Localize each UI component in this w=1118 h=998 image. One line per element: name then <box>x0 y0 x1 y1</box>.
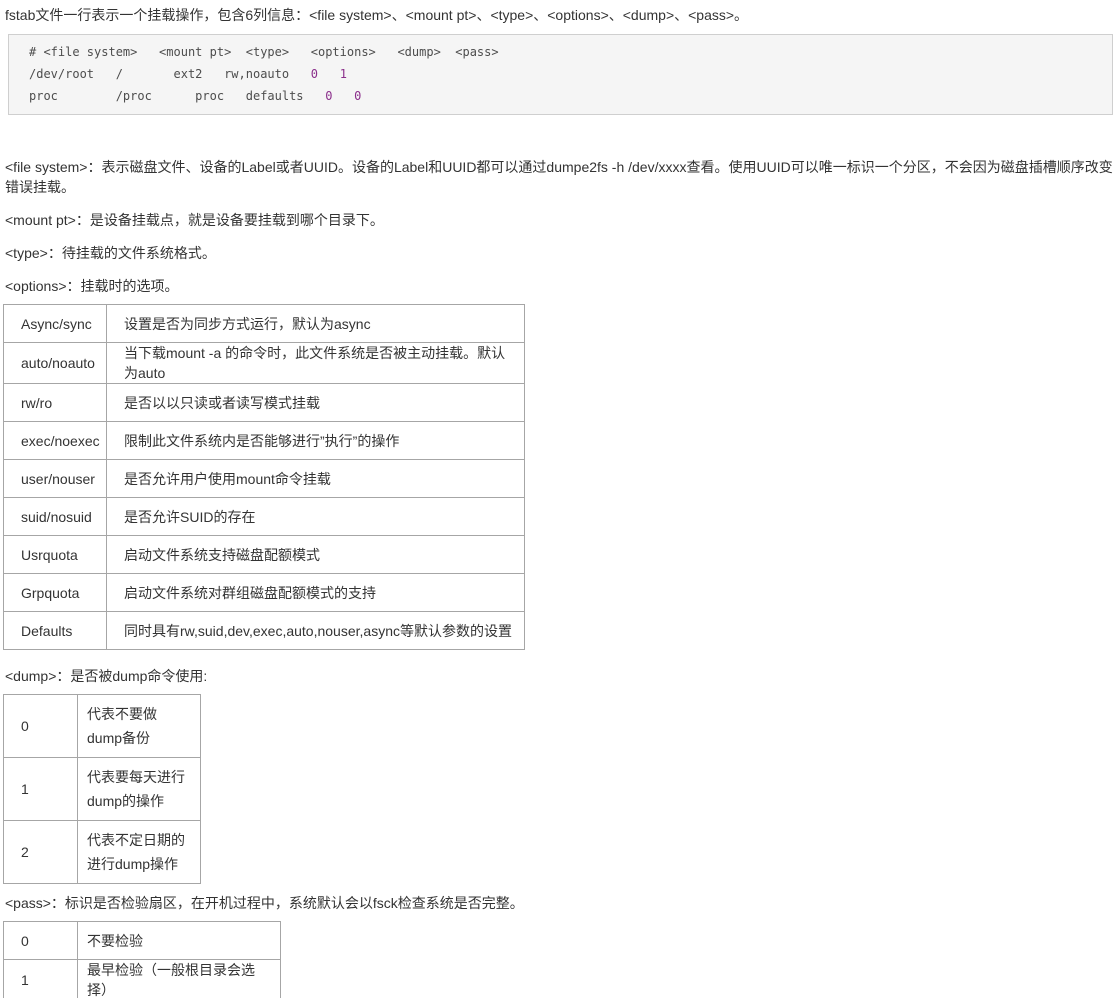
option-description-cell: 是否允许SUID的存在 <box>107 498 525 536</box>
table-row: 1 最早检验（一般根目录会选择） <box>4 960 281 998</box>
option-description-cell: 启动文件系统支持磁盘配额模式 <box>107 536 525 574</box>
table-row: auto/noauto 当下载mount -a 的命令时，此文件系统是否被主动挂… <box>4 343 525 384</box>
option-name-cell: Defaults <box>4 612 107 650</box>
table-row: 0 代表不要做dump备份 <box>4 695 201 758</box>
option-description-cell: 启动文件系统对群组磁盘配额模式的支持 <box>107 574 525 612</box>
table-row: Grpquota 启动文件系统对群组磁盘配额模式的支持 <box>4 574 525 612</box>
table-row: 1 代表要每天进行dump的操作 <box>4 758 201 821</box>
table-row: rw/ro 是否以以只读或者读写模式挂载 <box>4 384 525 422</box>
value-description-cell: 不要检验 <box>78 922 281 960</box>
options-description: <options>：挂载时的选项。 <box>5 276 1118 296</box>
option-name-cell: Usrquota <box>4 536 107 574</box>
table-row: 0 不要检验 <box>4 922 281 960</box>
pass-description: <pass>：标识是否检验扇区，在开机过程中，系统默认会以fsck检查系统是否完… <box>5 893 1118 913</box>
option-name-cell: suid/nosuid <box>4 498 107 536</box>
fstab-code-block: # <file system> <mount pt> <type> <optio… <box>8 34 1113 115</box>
option-name-cell: exec/noexec <box>4 422 107 460</box>
table-row: user/nouser 是否允许用户使用mount命令挂载 <box>4 460 525 498</box>
option-name-cell: auto/noauto <box>4 343 107 384</box>
option-description-cell: 当下载mount -a 的命令时，此文件系统是否被主动挂载。默认为auto <box>107 343 525 384</box>
pass-table: 0 不要检验 1 最早检验（一般根目录会选择） 2 1级别检验完成之后进行检验 <box>3 921 281 998</box>
value-cell: 1 <box>4 960 78 998</box>
option-name-cell: rw/ro <box>4 384 107 422</box>
table-row: Async/sync 设置是否为同步方式运行，默认为async <box>4 305 525 343</box>
value-description-cell: 最早检验（一般根目录会选择） <box>78 960 281 998</box>
dump-description: <dump>：是否被dump命令使用: <box>5 666 1118 686</box>
table-row: exec/noexec 限制此文件系统内是否能够进行”执行”的操作 <box>4 422 525 460</box>
option-description-cell: 同时具有rw,suid,dev,exec,auto,nouser,async等默… <box>107 612 525 650</box>
value-cell: 1 <box>4 758 78 821</box>
option-description-cell: 是否以以只读或者读写模式挂载 <box>107 384 525 422</box>
value-cell: 0 <box>4 695 78 758</box>
option-name-cell: Async/sync <box>4 305 107 343</box>
table-row: Defaults 同时具有rw,suid,dev,exec,auto,nouse… <box>4 612 525 650</box>
value-description-cell: 代表不要做dump备份 <box>78 695 201 758</box>
value-cell: 0 <box>4 922 78 960</box>
value-description-cell: 代表不定日期的进行dump操作 <box>78 821 201 884</box>
table-row: Usrquota 启动文件系统支持磁盘配额模式 <box>4 536 525 574</box>
options-table: Async/sync 设置是否为同步方式运行，默认为async auto/noa… <box>3 304 525 650</box>
dump-table: 0 代表不要做dump备份 1 代表要每天进行dump的操作 2 代表不定日期的… <box>3 694 201 884</box>
value-description-cell: 代表要每天进行dump的操作 <box>78 758 201 821</box>
intro-text: fstab文件一行表示一个挂载操作，包含6列信息：<file system>、<… <box>5 5 1118 25</box>
table-row: suid/nosuid 是否允许SUID的存在 <box>4 498 525 536</box>
option-description-cell: 限制此文件系统内是否能够进行”执行”的操作 <box>107 422 525 460</box>
option-description-cell: 是否允许用户使用mount命令挂载 <box>107 460 525 498</box>
option-name-cell: user/nouser <box>4 460 107 498</box>
type-description: <type>：待挂载的文件系统格式。 <box>5 243 1118 263</box>
table-row: 2 代表不定日期的进行dump操作 <box>4 821 201 884</box>
mount-pt-description: <mount pt>：是设备挂载点，就是设备要挂载到哪个目录下。 <box>5 210 1118 230</box>
option-name-cell: Grpquota <box>4 574 107 612</box>
option-description-cell: 设置是否为同步方式运行，默认为async <box>107 305 525 343</box>
document-page: fstab文件一行表示一个挂载操作，包含6列信息：<file system>、<… <box>0 5 1118 998</box>
file-system-description: <file system>：表示磁盘文件、设备的Label或者UUID。设备的L… <box>5 157 1118 197</box>
value-cell: 2 <box>4 821 78 884</box>
